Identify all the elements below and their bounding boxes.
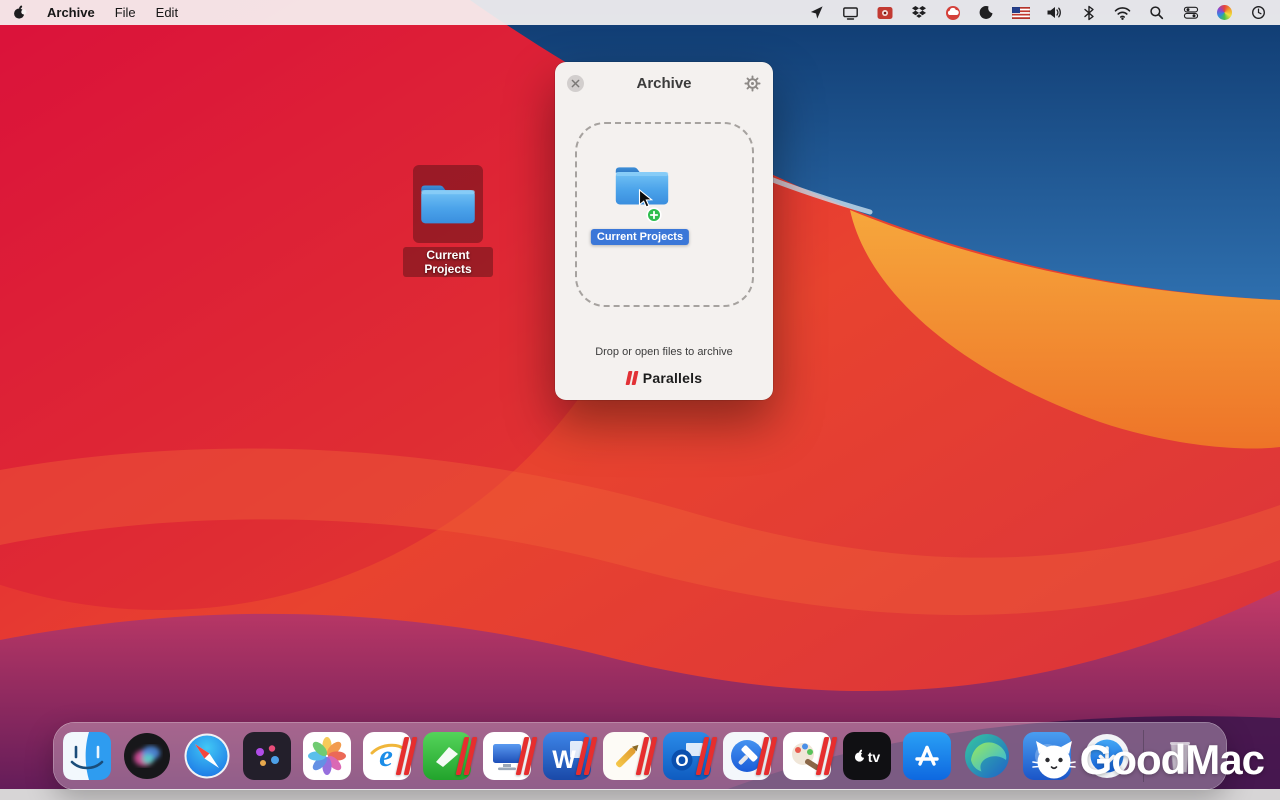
recorder-app-icon[interactable]: [875, 4, 894, 21]
dock-xcode-icon[interactable]: [723, 732, 771, 780]
dock-green-windows-app-icon[interactable]: [423, 732, 471, 780]
apple-menu[interactable]: [12, 4, 27, 21]
dock-safari-icon[interactable]: [183, 732, 231, 780]
apple-logo-icon: [12, 4, 27, 21]
mouse-cursor-icon: [638, 189, 653, 213]
desktop-folder-current-projects[interactable]: Current Projects: [403, 165, 493, 278]
goodmac-watermark-text: GoodMac: [1080, 736, 1264, 784]
bluetooth-icon[interactable]: [1079, 4, 1098, 21]
dock-finder-icon[interactable]: [63, 732, 111, 780]
drop-hint-text: Drop or open files to archive: [555, 346, 773, 358]
us-flag-input-icon[interactable]: [1011, 4, 1030, 21]
parallels-logo-icon: [626, 371, 638, 385]
dock-internet-explorer-icon[interactable]: e: [363, 732, 411, 780]
wifi-icon[interactable]: [1113, 4, 1132, 21]
dock-edge-icon[interactable]: [963, 732, 1011, 780]
dock-apple-tv-icon[interactable]: tv: [843, 732, 891, 780]
svg-text:tv: tv: [868, 749, 881, 765]
menu-file[interactable]: File: [115, 5, 136, 20]
do-not-disturb-moon-icon[interactable]: [977, 4, 996, 21]
archive-window: Archive: [555, 62, 773, 400]
gear-icon: [744, 75, 761, 92]
control-center-icon[interactable]: [1181, 4, 1200, 21]
volume-icon[interactable]: [1045, 4, 1064, 21]
dock-photos-icon[interactable]: [303, 732, 351, 780]
dock-outlook-icon[interactable]: O: [663, 732, 711, 780]
clock-icon[interactable]: [1249, 4, 1268, 21]
menu-bar-status: [807, 4, 1268, 21]
dock-app-store-icon[interactable]: [903, 732, 951, 780]
menu-bar: Archive File Edit: [0, 0, 1280, 25]
screen-mirroring-icon[interactable]: [841, 4, 860, 21]
parallels-brand: Parallels: [555, 370, 773, 386]
dock-siri-icon[interactable]: [123, 732, 171, 780]
dock-pen-app-icon[interactable]: [603, 732, 651, 780]
goodmac-watermark: GoodMac: [1031, 736, 1264, 784]
dragged-folder-label: Current Projects: [591, 229, 689, 245]
location-icon[interactable]: [807, 4, 826, 21]
svg-text:O: O: [675, 751, 688, 770]
cloud-app-icon[interactable]: [943, 4, 962, 21]
window-title: Archive: [555, 75, 773, 92]
dock-word-icon[interactable]: W: [543, 732, 591, 780]
menu-edit[interactable]: Edit: [156, 5, 178, 20]
menu-app-name[interactable]: Archive: [47, 5, 95, 20]
svg-text:e: e: [379, 738, 393, 773]
desktop-folder-label: Current Projects: [403, 247, 493, 277]
archive-dropzone[interactable]: [575, 122, 754, 307]
desktop-screen: Archive File Edit: [0, 0, 1280, 800]
svg-text:W: W: [552, 746, 576, 774]
folder-icon: [418, 180, 478, 228]
desktop-folder-selection-box: [413, 165, 483, 243]
dock-paint-app-icon[interactable]: [783, 732, 831, 780]
parallels-brand-text: Parallels: [643, 370, 702, 386]
toolbox-colorful-icon[interactable]: [1215, 4, 1234, 21]
dock-dark-colorful-app-icon[interactable]: [243, 732, 291, 780]
dropbox-icon[interactable]: [909, 4, 928, 21]
menu-bar-left: Archive File Edit: [12, 4, 178, 21]
window-settings-button[interactable]: [743, 74, 762, 93]
bottom-strip: [0, 789, 1280, 800]
goodmac-cat-icon: [1031, 738, 1077, 782]
spotlight-search-icon[interactable]: [1147, 4, 1166, 21]
dock-parallels-desktop-icon[interactable]: [483, 732, 531, 780]
